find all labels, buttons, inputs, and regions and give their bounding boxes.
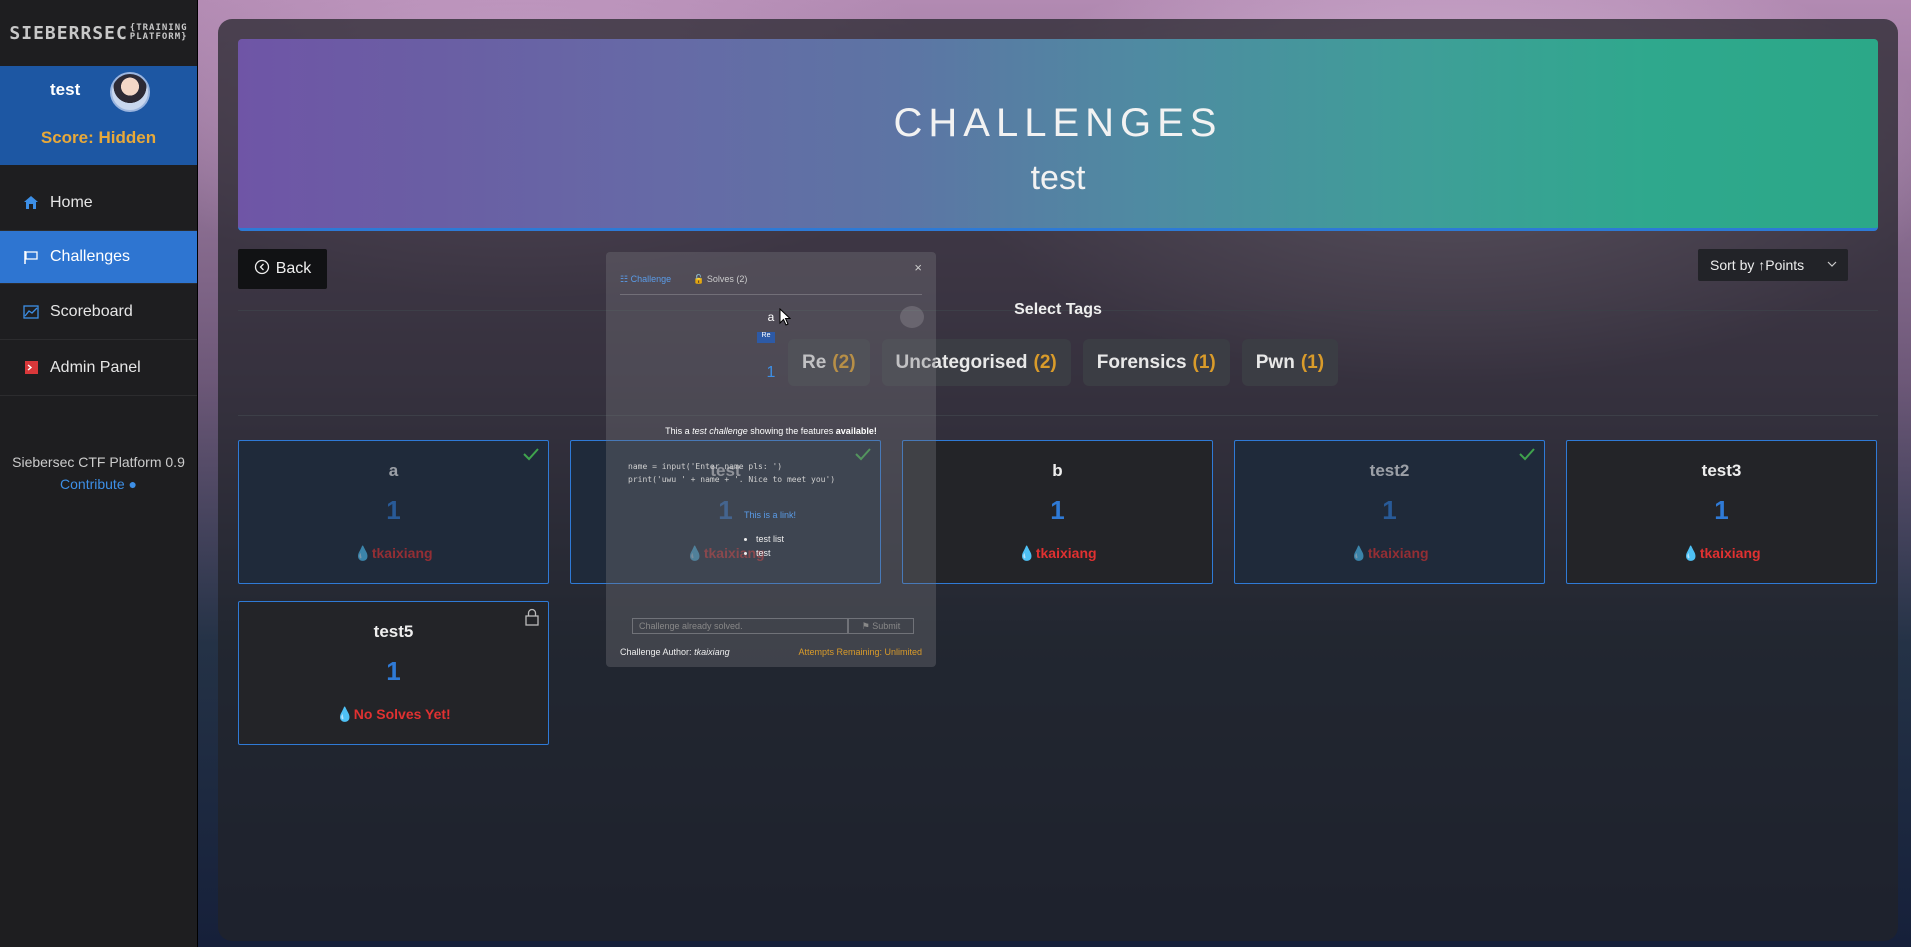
challenge-card[interactable]: test3 1 💧tkaixiang <box>1566 440 1877 584</box>
chart-icon <box>22 304 40 320</box>
tab-solves[interactable]: 🔓 Solves (2) <box>693 274 747 285</box>
check-icon <box>522 447 540 466</box>
divider <box>238 415 1878 416</box>
sidebar-item-label: Admin Panel <box>50 358 141 376</box>
first-blood: 💧tkaixiang <box>1018 545 1097 561</box>
terminal-icon <box>22 360 40 376</box>
back-arrow-icon <box>254 259 270 280</box>
sidebar-item-scoreboard[interactable]: Scoreboard <box>0 284 197 340</box>
contribute-link[interactable]: Contribute ● <box>0 476 197 492</box>
modal-tabs: ☷ Challenge 🔓 Solves (2) <box>620 274 747 285</box>
user-box: test Score: Hidden <box>0 66 197 165</box>
challenge-name: a <box>388 461 399 480</box>
main-panel: CHALLENGES test Back Sort by ↑Points Sel… <box>218 19 1898 941</box>
first-blood: 💧No Solves Yet! <box>336 706 451 722</box>
sidebar-item-label: Challenges <box>50 248 131 265</box>
avatar[interactable] <box>110 72 150 112</box>
modal-title: a <box>767 310 775 324</box>
sidebar-item-home[interactable]: Home <box>0 175 197 231</box>
sidebar: SIEBERRSEC {TRAINING PLATFORM} test Score… <box>0 0 198 947</box>
flag-input[interactable]: Challenge already solved. <box>632 618 848 634</box>
page-header: CHALLENGES test <box>238 39 1878 231</box>
back-label: Back <box>275 260 312 277</box>
username[interactable]: test <box>50 80 80 100</box>
mouse-cursor-icon <box>779 307 792 331</box>
first-blood: 💧tkaixiang <box>1682 545 1761 561</box>
first-blood: 💧tkaixiang <box>1350 545 1429 561</box>
challenge-points: 1 <box>386 495 401 525</box>
challenge-points: 1 <box>1050 495 1065 525</box>
sort-select[interactable]: Sort by ↑Points <box>1698 249 1848 281</box>
attempts-remaining: Attempts Remaining: Unlimited <box>798 647 922 657</box>
description-link[interactable]: This is a link! <box>744 510 796 520</box>
challenge-points: 1 <box>1382 495 1397 525</box>
challenge-name: b <box>1052 461 1063 480</box>
sidebar-nav: Home Challenges Scoreboard Admin Panel <box>0 175 197 396</box>
list-item: test <box>756 546 784 560</box>
sidebar-item-label: Scoreboard <box>50 302 133 320</box>
page-subtitle: test <box>1030 159 1086 197</box>
modal-points: 1 <box>766 364 776 381</box>
tag-badge: Re <box>757 332 775 343</box>
modal-description: This a test challenge showing the featur… <box>665 426 877 436</box>
challenge-name: test2 <box>1369 461 1410 480</box>
challenge-name: test5 <box>373 622 414 641</box>
challenge-card[interactable]: test2 1 💧tkaixiang <box>1234 440 1545 584</box>
sidebar-item-label: Home <box>50 193 93 211</box>
tags-heading: Select Tags <box>1014 301 1102 318</box>
tag-pwn[interactable]: Pwn (1) <box>1241 339 1339 386</box>
challenge-name: test3 <box>1701 461 1742 480</box>
sidebar-item-challenges[interactable]: Challenges <box>0 231 197 284</box>
challenge-points: 1 <box>1714 495 1729 525</box>
first-blood: 💧tkaixiang <box>354 545 433 561</box>
check-icon <box>1518 447 1536 466</box>
challenge-modal: × ☷ Challenge 🔓 Solves (2) a Re 1 This a… <box>606 252 936 667</box>
challenge-card[interactable]: a 1 💧tkaixiang <box>238 440 549 584</box>
page-title: CHALLENGES <box>893 101 1223 145</box>
challenge-points: 1 <box>386 656 401 686</box>
logo-text: SIEBERRSEC <box>9 22 128 44</box>
sort-label: Sort by ↑Points <box>1710 257 1805 273</box>
back-button[interactable]: Back <box>238 249 327 289</box>
divider <box>620 294 922 295</box>
flag-icon <box>22 249 40 265</box>
chevron-down-icon <box>1826 257 1838 273</box>
code-block: name = input('Enter name pls: ') print('… <box>628 462 836 484</box>
tag-forensics[interactable]: Forensics (1) <box>1082 339 1230 386</box>
platform-version: Siebersec CTF Platform 0.9 <box>12 454 185 470</box>
list-item: test list <box>756 532 784 546</box>
lock-icon <box>524 608 540 631</box>
download-icon[interactable] <box>900 306 924 328</box>
challenge-card[interactable]: test5 1 💧No Solves Yet! <box>238 601 549 745</box>
sidebar-item-admin[interactable]: Admin Panel <box>0 340 197 396</box>
challenge-card[interactable]: b 1 💧tkaixiang <box>902 440 1213 584</box>
home-icon <box>22 195 40 211</box>
platform-logo[interactable]: SIEBERRSEC {TRAINING PLATFORM} <box>0 0 197 66</box>
tab-challenge[interactable]: ☷ Challenge <box>620 274 671 285</box>
challenge-author: Challenge Author: tkaixiang <box>620 647 730 657</box>
score-label: Score: Hidden <box>40 128 157 147</box>
description-list: test list test <box>756 532 784 560</box>
github-icon: ● <box>128 476 137 492</box>
submit-button[interactable]: ⚑ Submit <box>848 618 914 634</box>
logo-subtext: {TRAINING PLATFORM} <box>129 23 188 42</box>
close-icon[interactable]: × <box>914 260 922 275</box>
